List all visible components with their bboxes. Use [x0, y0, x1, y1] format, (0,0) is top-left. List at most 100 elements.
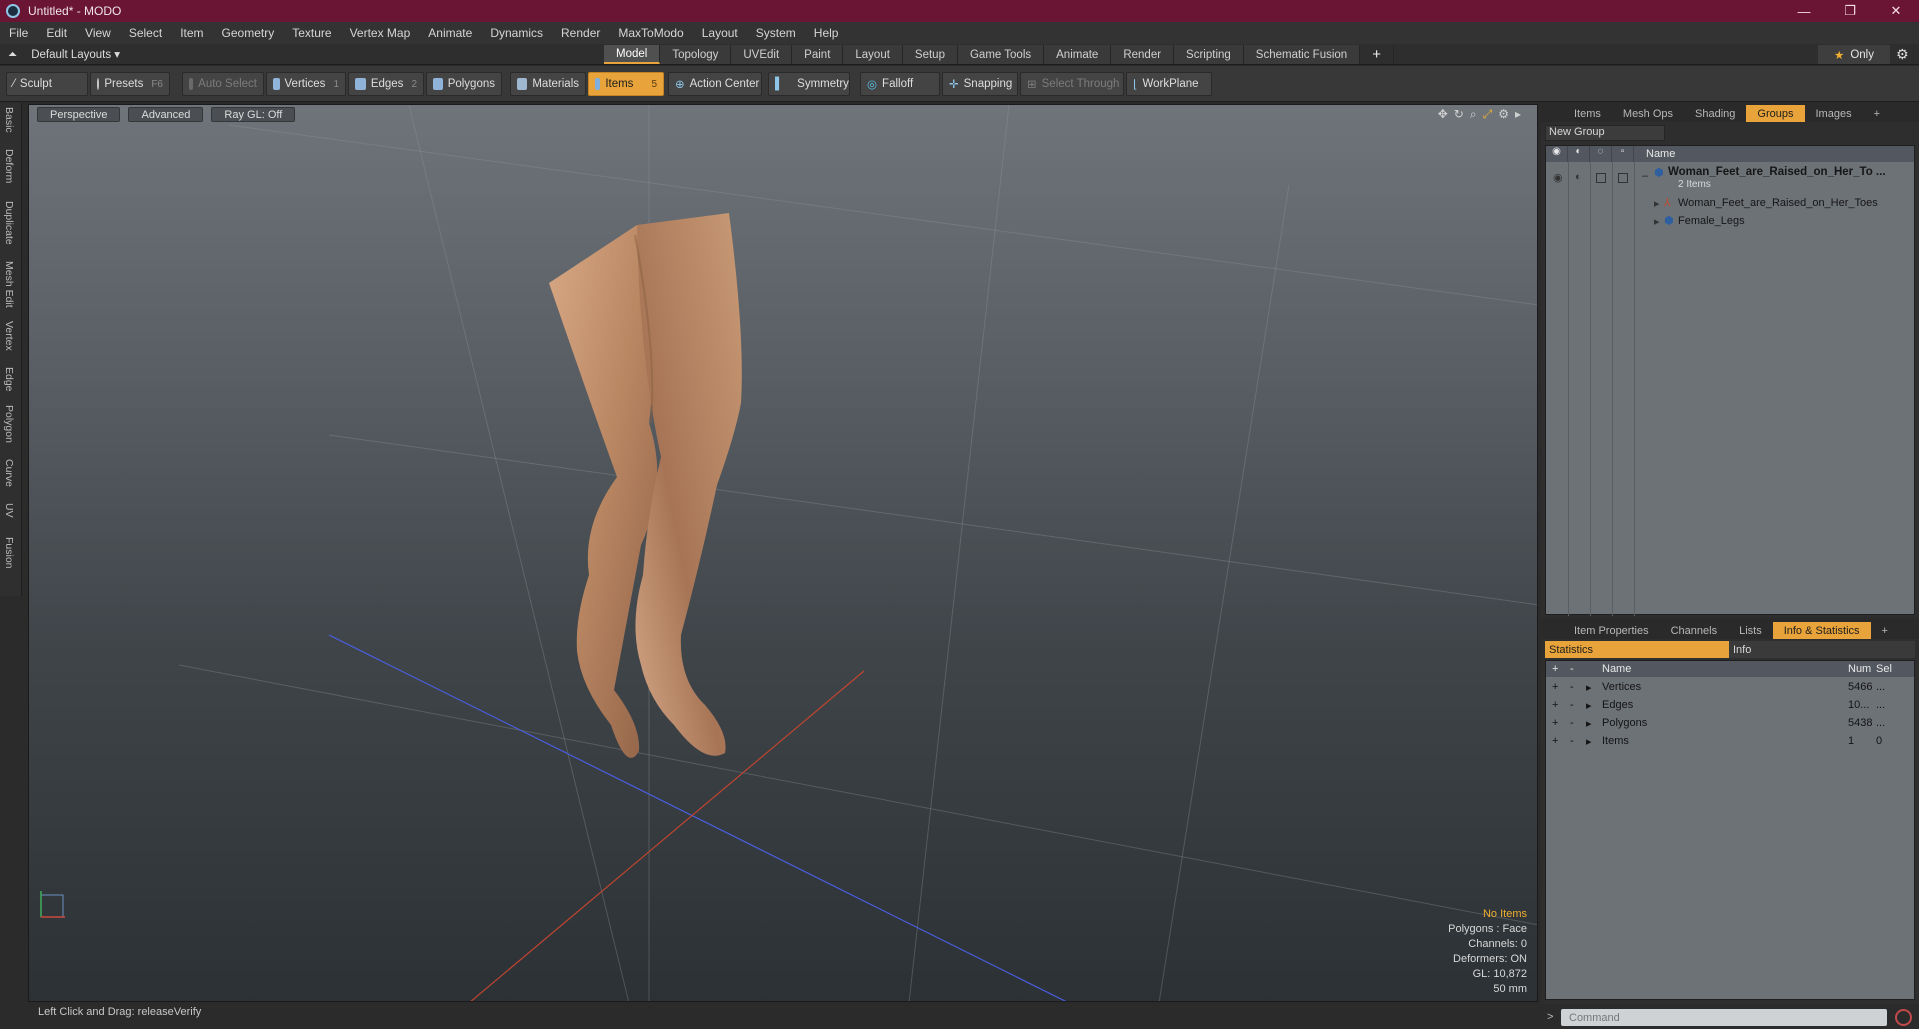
- expand-arrow-icon[interactable]: ▸: [1586, 681, 1592, 694]
- menu-system[interactable]: System: [747, 26, 805, 40]
- polygons-button[interactable]: Polygons: [426, 72, 502, 96]
- remove-stat-button[interactable]: -: [1570, 717, 1574, 729]
- expand-arrow-icon[interactable]: ▸: [1515, 107, 1521, 122]
- left-tab-vertex[interactable]: Vertex: [3, 321, 15, 351]
- viewport-scene[interactable]: [29, 105, 1538, 1002]
- add-tab-button[interactable]: +: [1360, 45, 1394, 64]
- group-row[interactable]: ◉ ◐ – ⬢ Woman_Feet_are_Raised_on_Her_To …: [1546, 164, 1916, 192]
- expand-arrow-icon[interactable]: ▸: [1654, 197, 1660, 210]
- menu-geometry[interactable]: Geometry: [213, 26, 284, 40]
- remove-stat-button[interactable]: -: [1570, 735, 1574, 747]
- tab-scripting[interactable]: Scripting: [1174, 45, 1244, 64]
- record-macro-icon[interactable]: [1895, 1009, 1912, 1026]
- tab-lists[interactable]: Lists: [1728, 622, 1773, 639]
- tab-animate[interactable]: Animate: [1044, 45, 1112, 64]
- menu-animate[interactable]: Animate: [419, 26, 481, 40]
- menu-edit[interactable]: Edit: [37, 26, 76, 40]
- tab-schematic-fusion[interactable]: Schematic Fusion: [1243, 45, 1361, 64]
- items-button[interactable]: Items 5: [588, 72, 664, 96]
- presets-button[interactable]: Presets F6: [90, 72, 170, 96]
- tab-render[interactable]: Render: [1111, 45, 1175, 64]
- tab-paint[interactable]: Paint: [792, 45, 844, 64]
- view-type-dropdown[interactable]: Perspective: [37, 107, 121, 122]
- left-tab-duplicate[interactable]: Duplicate: [3, 201, 15, 245]
- subtab-info[interactable]: Info: [1729, 641, 1915, 658]
- tab-game-tools[interactable]: Game Tools: [957, 45, 1045, 64]
- subtab-statistics[interactable]: Statistics: [1545, 641, 1729, 658]
- left-tab-edge[interactable]: Edge: [3, 367, 15, 392]
- viewport-settings-icon[interactable]: ⚙: [1498, 107, 1509, 122]
- new-group-button[interactable]: New Group: [1545, 125, 1665, 141]
- expand-arrow-icon[interactable]: ▸: [1654, 215, 1660, 228]
- vertices-button[interactable]: Vertices 1: [266, 72, 346, 96]
- snapping-button[interactable]: ✛ Snapping: [942, 72, 1018, 96]
- collapse-toggle-icon[interactable]: –: [1642, 170, 1648, 182]
- shading-dropdown[interactable]: Advanced: [128, 107, 204, 122]
- visibility-eye-icon[interactable]: ◉: [1553, 171, 1563, 184]
- workplane-button[interactable]: ⌊ WorkPlane: [1126, 72, 1212, 96]
- menu-help[interactable]: Help: [805, 26, 848, 40]
- menu-file[interactable]: File: [0, 26, 37, 40]
- auto-select-button[interactable]: Auto Select: [182, 72, 264, 96]
- menu-dynamics[interactable]: Dynamics: [481, 26, 552, 40]
- remove-stat-button[interactable]: -: [1570, 699, 1574, 711]
- add-stat-button[interactable]: +: [1552, 735, 1558, 747]
- tab-item-properties[interactable]: Item Properties: [1563, 622, 1660, 639]
- layouts-dropdown[interactable]: ⏶ Default Layouts ▾: [8, 47, 120, 62]
- minimize-button[interactable]: —: [1781, 0, 1827, 22]
- select-through-button[interactable]: ⊞ Select Through: [1020, 72, 1124, 96]
- stat-row[interactable]: + - ▸ Edges 10... ...: [1546, 697, 1916, 715]
- left-tab-fusion[interactable]: Fusion: [3, 537, 15, 569]
- tab-images[interactable]: Images: [1805, 105, 1863, 122]
- left-tab-mesh-edit[interactable]: Mesh Edit: [3, 261, 15, 308]
- pan-icon[interactable]: ✥: [1438, 107, 1448, 122]
- group-child-row[interactable]: ▸ ⅄ Woman_Feet_are_Raised_on_Her_Toes: [1546, 196, 1916, 212]
- menu-view[interactable]: View: [76, 26, 120, 40]
- group-child-row[interactable]: ▸ ⬢ Female_Legs: [1546, 214, 1916, 230]
- maximize-button[interactable]: ❐: [1827, 0, 1873, 22]
- fit-icon[interactable]: ⤢: [1483, 107, 1493, 122]
- tab-uvedit[interactable]: UVEdit: [731, 45, 793, 64]
- lock-checkbox[interactable]: [1596, 173, 1606, 183]
- sculpt-button[interactable]: ⁄ Sculpt: [6, 72, 88, 96]
- tab-groups[interactable]: Groups: [1746, 105, 1805, 122]
- add-panel-tab-icon[interactable]: +: [1863, 105, 1891, 122]
- menu-item[interactable]: Item: [171, 26, 212, 40]
- tab-setup[interactable]: Setup: [902, 45, 958, 64]
- zoom-icon[interactable]: ⌕: [1470, 107, 1477, 122]
- stat-row[interactable]: + - ▸ Polygons 5438 ...: [1546, 715, 1916, 733]
- command-input[interactable]: Command: [1561, 1009, 1887, 1026]
- 3d-viewport[interactable]: Perspective Advanced Ray GL: Off ✥ ↻ ⌕ ⤢…: [28, 104, 1538, 1002]
- left-tab-deform[interactable]: Deform: [3, 149, 15, 183]
- action-center-button[interactable]: ⊕ Action Center: [668, 72, 762, 96]
- tab-layout[interactable]: Layout: [843, 45, 903, 64]
- edges-button[interactable]: Edges 2: [348, 72, 424, 96]
- close-button[interactable]: ✕: [1873, 0, 1919, 22]
- left-tab-curve[interactable]: Curve: [3, 459, 15, 487]
- tab-model[interactable]: Model: [604, 45, 661, 64]
- tab-topology[interactable]: Topology: [660, 45, 732, 64]
- add-stat-button[interactable]: +: [1552, 699, 1558, 711]
- expand-arrow-icon[interactable]: ▸: [1586, 699, 1592, 712]
- tab-items[interactable]: Items: [1563, 105, 1612, 122]
- add-stat-button[interactable]: +: [1552, 681, 1558, 693]
- menu-maxtomodo[interactable]: MaxToModo: [609, 26, 692, 40]
- menu-layout[interactable]: Layout: [693, 26, 747, 40]
- menu-render[interactable]: Render: [552, 26, 609, 40]
- falloff-button[interactable]: ◎ Falloff: [860, 72, 940, 96]
- left-tab-polygon[interactable]: Polygon: [3, 405, 15, 443]
- materials-button[interactable]: Materials: [510, 72, 586, 96]
- tab-channels[interactable]: Channels: [1660, 622, 1728, 639]
- expand-arrow-icon[interactable]: ▸: [1586, 717, 1592, 730]
- menu-vertex-map[interactable]: Vertex Map: [341, 26, 420, 40]
- add-panel-tab-icon[interactable]: +: [1871, 622, 1899, 639]
- only-toggle[interactable]: ★ Only: [1818, 45, 1890, 64]
- left-tab-uv[interactable]: UV: [3, 503, 15, 518]
- rotate-icon[interactable]: ↻: [1454, 107, 1464, 122]
- menu-texture[interactable]: Texture: [283, 26, 340, 40]
- remove-stat-button[interactable]: -: [1570, 681, 1574, 693]
- tab-mesh-ops[interactable]: Mesh Ops: [1612, 105, 1684, 122]
- expand-arrow-icon[interactable]: ▸: [1586, 735, 1592, 748]
- render-toggle-icon[interactable]: ◐: [1575, 171, 1582, 183]
- symmetry-button[interactable]: ▌ Symmetry: [768, 72, 850, 96]
